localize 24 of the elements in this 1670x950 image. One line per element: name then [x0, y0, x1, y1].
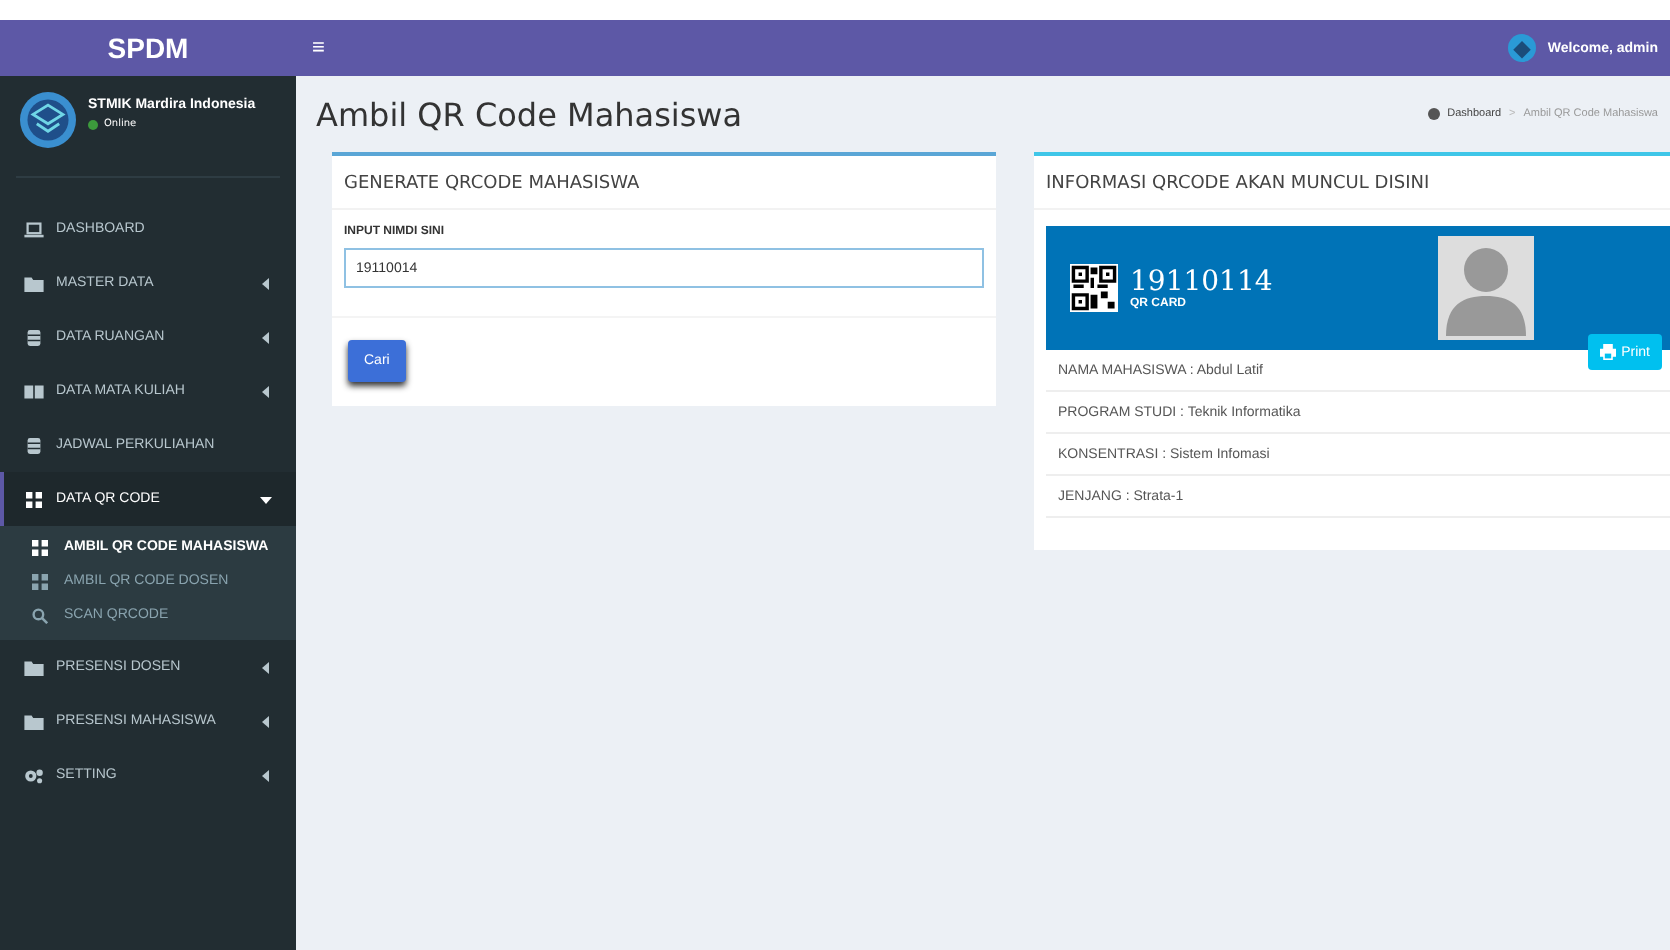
- page-title: Ambil QR Code Mahasiswa: [316, 95, 743, 133]
- panel-title: INFORMASI QRCODE AKAN MUNCUL DISINI: [1034, 156, 1670, 210]
- status-dot-icon: [88, 119, 98, 129]
- avatar-icon: [20, 92, 76, 148]
- gears-icon: [24, 767, 44, 783]
- user-logo-icon: [1507, 34, 1536, 62]
- brand-logo[interactable]: SPDM: [0, 20, 296, 76]
- printer-icon: [1599, 344, 1616, 360]
- search-icon: [32, 607, 48, 623]
- grid-icon: [32, 573, 48, 589]
- menu-toggle[interactable]: ≡: [304, 36, 333, 60]
- grid-icon: [24, 491, 44, 507]
- book-icon: [24, 383, 44, 399]
- database-icon: [24, 437, 44, 453]
- laptop-icon: [24, 221, 44, 237]
- card-number: 19110114: [1130, 266, 1275, 298]
- folder-icon: [24, 275, 44, 291]
- database-icon: [24, 329, 44, 345]
- grid-icon: [32, 539, 48, 555]
- person-silhouette-icon: [1438, 236, 1534, 340]
- folder-icon: [24, 713, 44, 729]
- qr-code-icon: [1070, 264, 1118, 312]
- folder-icon: [24, 659, 44, 675]
- panel-title: GENERATE QRCODE MAHASISWA: [332, 156, 996, 210]
